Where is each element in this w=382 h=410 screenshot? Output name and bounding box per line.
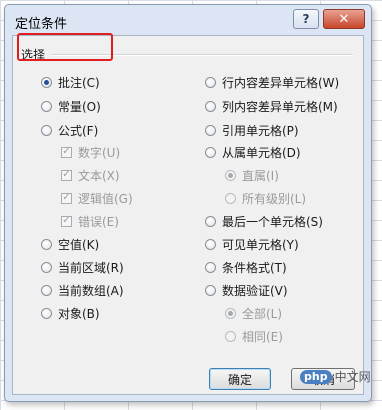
option-last-cell[interactable]: 最后一个单元格(S) xyxy=(205,212,323,230)
checkbox-errors[interactable]: ✓ xyxy=(61,215,72,227)
watermark-text: 中文网 xyxy=(334,370,371,384)
option-direct-only[interactable]: 直属(I) xyxy=(225,166,279,184)
radio-blanks[interactable] xyxy=(41,238,52,250)
highlight-box xyxy=(17,33,113,61)
option-row-differences[interactable]: 行内容差异单元格(W) xyxy=(205,73,339,91)
option-logicals-label: 逻辑值(G) xyxy=(78,191,133,206)
radio-last-cell[interactable] xyxy=(205,215,216,227)
option-column-differences[interactable]: 列内容差异单元格(M) xyxy=(205,97,338,115)
radio-current-region[interactable] xyxy=(41,261,52,273)
option-conditional-formats-label: 条件格式(T) xyxy=(222,260,287,275)
option-current-array-label: 当前数组(A) xyxy=(58,283,124,298)
option-blanks-label: 空值(K) xyxy=(58,237,100,252)
checkbox-logicals[interactable]: ✓ xyxy=(61,192,72,204)
option-formulas[interactable]: 公式(F) xyxy=(41,121,98,139)
option-data-validation-label: 数据验证(V) xyxy=(222,283,288,298)
radio-direct-only[interactable] xyxy=(225,169,236,181)
radio-objects[interactable] xyxy=(41,307,52,319)
radio-conditional-formats[interactable] xyxy=(205,261,216,273)
option-objects[interactable]: 对象(B) xyxy=(41,304,100,322)
dialog-title: 定位条件 xyxy=(15,17,68,32)
radio-validation-same[interactable] xyxy=(225,330,236,342)
option-last-cell-label: 最后一个单元格(S) xyxy=(222,214,323,229)
option-all-levels-label: 所有级别(L) xyxy=(242,191,307,206)
option-validation-all-label: 全部(L) xyxy=(242,306,283,321)
option-current-region-label: 当前区域(R) xyxy=(58,260,124,275)
option-direct-only-label: 直属(I) xyxy=(242,168,279,183)
option-text-label: 文本(X) xyxy=(78,168,120,183)
dialog-content: 选择 批注(C) 常量(O) 公式(F) ✓ 数字(U) ✓ 文本(X) ✓ 逻… xyxy=(12,35,364,395)
ok-button[interactable]: 确定 xyxy=(209,368,271,390)
option-precedents[interactable]: 引用单元格(P) xyxy=(205,121,299,139)
radio-visible-cells[interactable] xyxy=(205,238,216,250)
option-all-levels[interactable]: 所有级别(L) xyxy=(225,189,306,207)
option-formulas-label: 公式(F) xyxy=(58,123,99,138)
checkbox-text[interactable]: ✓ xyxy=(61,169,72,181)
radio-all-levels[interactable] xyxy=(225,192,236,204)
radio-constants[interactable] xyxy=(41,100,52,112)
dialog-titlebar: 定位条件 ? ✕ xyxy=(5,5,371,35)
radio-row-differences[interactable] xyxy=(205,76,216,88)
option-current-region[interactable]: 当前区域(R) xyxy=(41,258,124,276)
option-conditional-formats[interactable]: 条件格式(T) xyxy=(205,258,287,276)
radio-validation-all[interactable] xyxy=(225,307,236,319)
option-constants-label: 常量(O) xyxy=(58,99,101,114)
ok-button-label: 确定 xyxy=(227,372,252,387)
option-text[interactable]: ✓ 文本(X) xyxy=(61,166,120,184)
watermark: php 中文网 xyxy=(300,368,371,385)
option-current-array[interactable]: 当前数组(A) xyxy=(41,281,124,299)
radio-column-differences[interactable] xyxy=(205,100,216,112)
go-to-special-dialog: 定位条件 ? ✕ 选择 批注(C) 常量(O) 公式(F) ✓ 数字(U) ✓ xyxy=(4,4,372,402)
option-logicals[interactable]: ✓ 逻辑值(G) xyxy=(61,189,133,207)
option-visible-cells-label: 可见单元格(Y) xyxy=(222,237,299,252)
watermark-logo: php xyxy=(300,369,332,384)
option-objects-label: 对象(B) xyxy=(58,306,100,321)
option-row-differences-label: 行内容差异单元格(W) xyxy=(222,75,340,90)
option-constants[interactable]: 常量(O) xyxy=(41,97,101,115)
option-errors-label: 错误(E) xyxy=(78,214,119,229)
option-dependents[interactable]: 从属单元格(D) xyxy=(205,143,301,161)
radio-comments[interactable] xyxy=(41,76,52,88)
radio-dependents[interactable] xyxy=(205,146,216,158)
radio-formulas[interactable] xyxy=(41,124,52,136)
radio-current-array[interactable] xyxy=(41,284,52,296)
option-blanks[interactable]: 空值(K) xyxy=(41,235,99,253)
close-button[interactable]: ✕ xyxy=(323,9,365,29)
option-numbers[interactable]: ✓ 数字(U) xyxy=(61,143,120,161)
help-icon: ? xyxy=(302,12,310,26)
radio-data-validation[interactable] xyxy=(205,284,216,296)
option-validation-same-label: 相同(E) xyxy=(242,329,283,344)
option-precedents-label: 引用单元格(P) xyxy=(222,123,299,138)
close-icon: ✕ xyxy=(338,11,350,27)
radio-precedents[interactable] xyxy=(205,124,216,136)
option-comments-label: 批注(C) xyxy=(58,75,100,90)
option-numbers-label: 数字(U) xyxy=(78,145,121,160)
option-comments[interactable]: 批注(C) xyxy=(41,73,100,91)
option-validation-same[interactable]: 相同(E) xyxy=(225,327,283,345)
help-button[interactable]: ? xyxy=(293,9,319,29)
option-column-differences-label: 列内容差异单元格(M) xyxy=(222,99,338,114)
option-visible-cells[interactable]: 可见单元格(Y) xyxy=(205,235,299,253)
checkbox-numbers[interactable]: ✓ xyxy=(61,146,72,158)
option-dependents-label: 从属单元格(D) xyxy=(222,145,301,160)
option-validation-all[interactable]: 全部(L) xyxy=(225,304,282,322)
option-data-validation[interactable]: 数据验证(V) xyxy=(205,281,288,299)
option-errors[interactable]: ✓ 错误(E) xyxy=(61,212,119,230)
